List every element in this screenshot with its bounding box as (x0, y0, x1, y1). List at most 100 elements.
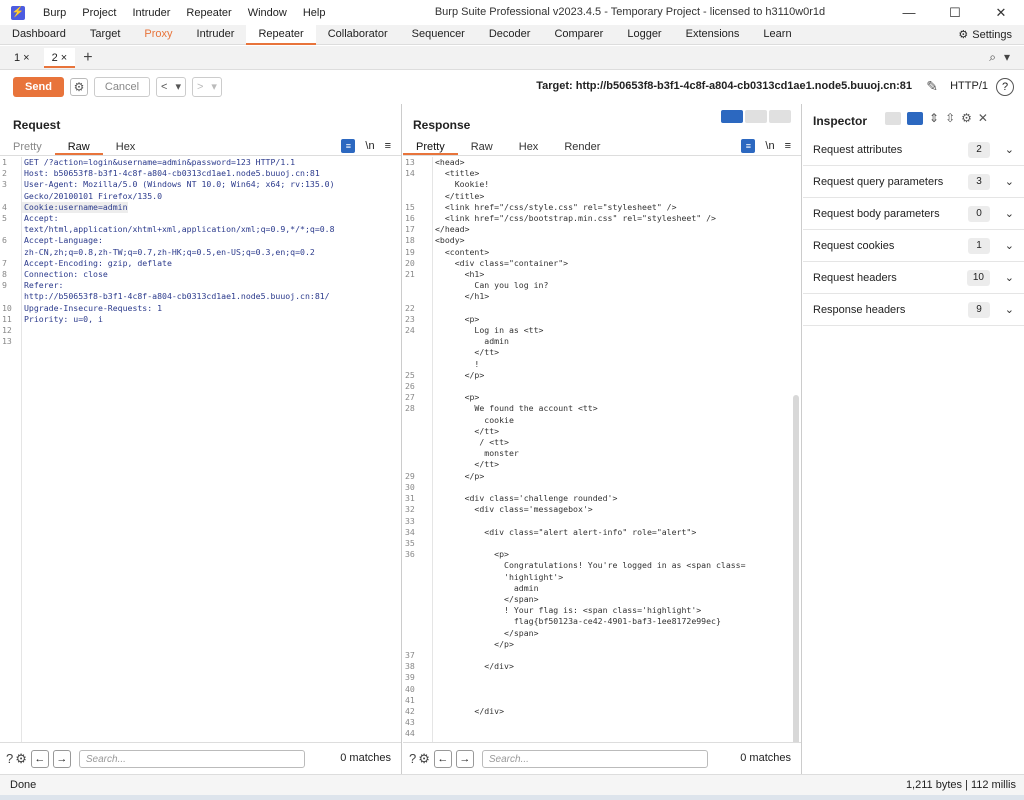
repeater-tab-1[interactable]: 1 × (6, 48, 38, 68)
gear-icon[interactable]: ⚙ (15, 751, 27, 767)
line-number: 5 (2, 213, 7, 224)
line-text: http://b50653f8-b3f1-4c8f-a804-cb0313cd1… (24, 291, 330, 302)
arrow-left-icon[interactable]: ← (433, 749, 452, 768)
gear-icon[interactable]: ⚙ (418, 751, 430, 767)
request-tab-pretty[interactable]: Pretty (0, 139, 55, 155)
add-tab-button[interactable]: + (83, 49, 92, 67)
inspector-row[interactable]: Request attributes 2 ⌄ (803, 134, 1024, 166)
request-search-input[interactable]: Search... (78, 749, 305, 768)
newline-toggle[interactable]: \n (365, 140, 374, 152)
single-pane-icon[interactable] (769, 110, 791, 123)
tab-intruder[interactable]: Intruder (185, 25, 247, 45)
line-text: <content> (435, 246, 490, 257)
dropdown-icon[interactable]: ▾ (1004, 50, 1010, 65)
chevron-down-icon[interactable]: ⌄ (1005, 143, 1014, 156)
inspector-row[interactable]: Request headers 10 ⌄ (803, 262, 1024, 294)
request-editor[interactable]: 1 GET /?action=login&username=admin&passw… (0, 157, 401, 742)
menu-icon[interactable]: ≡ (785, 140, 791, 152)
tab-repeater[interactable]: Repeater (246, 25, 316, 45)
collapse-all-icon[interactable]: ⇳ (945, 111, 955, 125)
close-icon[interactable]: ✕ (978, 111, 988, 125)
tab-comparer[interactable]: Comparer (542, 25, 615, 45)
inspector-row-label: Request attributes (813, 143, 903, 156)
target-url: Target: http://b50653f8-b3f1-4c8f-a804-c… (536, 80, 912, 92)
tab-collaborator[interactable]: Collaborator (316, 25, 400, 45)
menu-item-intruder[interactable]: Intruder (125, 7, 179, 19)
settings-button[interactable]: ⚙ Settings (958, 28, 1012, 42)
expand-all-icon[interactable]: ⇕ (929, 111, 939, 125)
burp-logo-icon: ⚡ (11, 5, 25, 20)
menu-item-repeater[interactable]: Repeater (178, 7, 239, 19)
forward-button[interactable]: > ▾ (191, 77, 222, 97)
search-icon[interactable]: ⌕ (989, 50, 996, 65)
line-text: </p> (435, 638, 514, 649)
line-text: </tt> (435, 459, 500, 470)
request-tab-hex[interactable]: Hex (103, 139, 149, 155)
vertical-scrollbar[interactable] (793, 395, 799, 742)
word-wrap-icon[interactable]: ≡ (741, 139, 756, 153)
minimize-icon[interactable]: — (886, 0, 932, 25)
tab-target[interactable]: Target (78, 25, 133, 45)
request-tab-raw[interactable]: Raw (54, 139, 103, 155)
line-text: Connection: close (24, 269, 108, 280)
gear-icon[interactable]: ⚙ (70, 78, 88, 96)
http-version[interactable]: HTTP/1 (950, 80, 988, 92)
response-editor[interactable]: 13 <head> 14 <title> Kookie! </title> 15 <l… (403, 157, 801, 742)
inspector-row[interactable]: Request query parameters 3 ⌄ (803, 166, 1024, 198)
pencil-icon[interactable]: ✎ (926, 78, 938, 95)
menu-item-burp[interactable]: Burp (35, 7, 74, 19)
line-number (403, 605, 433, 616)
arrow-right-icon[interactable]: → (455, 749, 474, 768)
gear-icon[interactable]: ⚙ (961, 111, 972, 125)
response-tab-render[interactable]: Render (551, 139, 613, 155)
response-tab-pretty[interactable]: Pretty (403, 139, 458, 155)
chevron-down-icon[interactable]: ⌄ (1005, 175, 1014, 188)
code-line: 36 <p> (403, 549, 801, 560)
inspector-row[interactable]: Request body parameters 0 ⌄ (803, 198, 1024, 230)
chevron-down-icon[interactable]: ⌄ (1005, 271, 1014, 284)
help-icon[interactable]: ? (409, 751, 416, 766)
menu-item-help[interactable]: Help (295, 7, 334, 19)
arrow-right-icon[interactable]: → (52, 749, 71, 768)
tab-dashboard[interactable]: Dashboard (0, 25, 78, 45)
menu-item-project[interactable]: Project (74, 7, 124, 19)
response-search-input[interactable]: Search... (481, 749, 708, 768)
code-line: text/html,application/xhtml+xml,applicat… (0, 224, 401, 235)
help-icon[interactable]: ? (6, 751, 13, 766)
line-text: </p> (435, 369, 485, 380)
repeater-tab-2[interactable]: 2 × (43, 47, 76, 68)
close-icon[interactable]: ✕ (978, 0, 1024, 25)
tab-logger[interactable]: Logger (615, 25, 673, 45)
menu-icon[interactable]: ≡ (385, 140, 391, 152)
chevron-down-icon[interactable]: ⌄ (1005, 303, 1014, 316)
layout-vertical-icon[interactable] (907, 111, 923, 125)
line-number (403, 280, 433, 291)
tab-sequencer[interactable]: Sequencer (400, 25, 477, 45)
tab-proxy[interactable]: Proxy (132, 25, 184, 45)
menu-item-window[interactable]: Window (240, 7, 295, 19)
code-line: 30 (403, 482, 801, 493)
layout-horizontal-icon[interactable] (885, 111, 901, 125)
response-tab-raw[interactable]: Raw (458, 139, 506, 155)
newline-toggle[interactable]: \n (765, 140, 774, 152)
maximize-icon[interactable]: ☐ (932, 0, 978, 25)
help-icon[interactable]: ? (996, 78, 1014, 96)
code-line: 18 <body> (403, 235, 801, 246)
inspector-row[interactable]: Request cookies 1 ⌄ (803, 230, 1024, 262)
inspector-row[interactable]: Response headers 9 ⌄ (803, 294, 1024, 326)
chevron-down-icon[interactable]: ⌄ (1005, 207, 1014, 220)
arrow-left-icon[interactable]: ← (30, 749, 49, 768)
tab-extensions[interactable]: Extensions (674, 25, 752, 45)
send-button[interactable]: Send (13, 77, 64, 97)
split-horizontal-icon[interactable] (721, 110, 743, 123)
word-wrap-icon[interactable]: ≡ (341, 139, 356, 153)
split-vertical-icon[interactable] (745, 110, 767, 123)
tab-decoder[interactable]: Decoder (477, 25, 543, 45)
response-tab-hex[interactable]: Hex (506, 139, 552, 155)
line-number: 23 (405, 313, 415, 324)
chevron-down-icon[interactable]: ⌄ (1005, 239, 1014, 252)
layout-toggle[interactable] (721, 110, 791, 123)
tab-learn[interactable]: Learn (751, 25, 803, 45)
back-button[interactable]: < ▾ (156, 77, 186, 97)
cancel-button[interactable]: Cancel (94, 77, 150, 97)
